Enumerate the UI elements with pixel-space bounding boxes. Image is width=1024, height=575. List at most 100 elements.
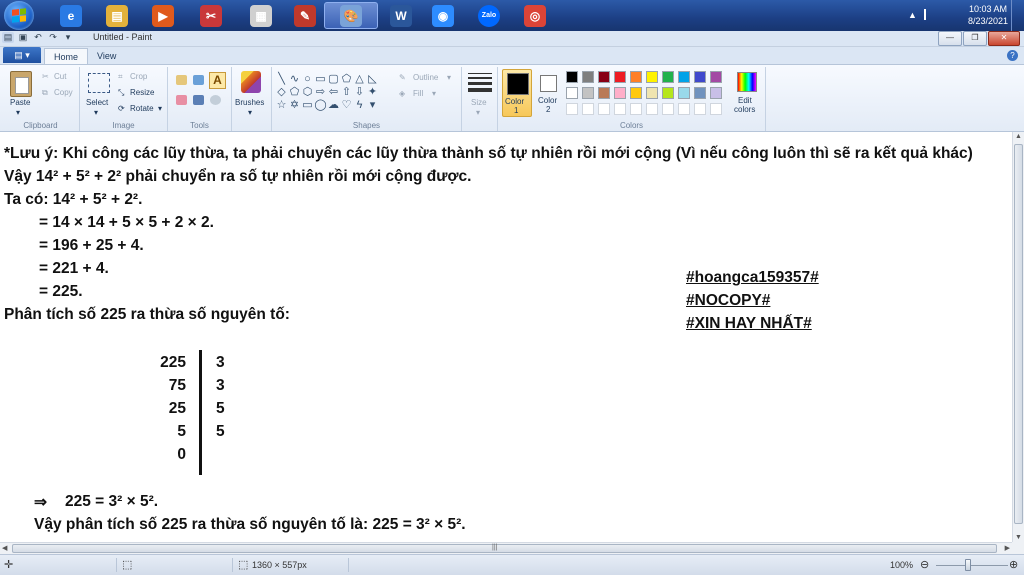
color-swatch[interactable]	[630, 87, 642, 99]
taskbar-app-paint[interactable]: 🎨	[324, 2, 378, 29]
polygon-shape-icon[interactable]: ⬠	[340, 73, 353, 86]
color2-button[interactable]: Color 2	[535, 69, 563, 117]
redo-icon[interactable]: ↷	[47, 32, 59, 43]
curve-shape-icon[interactable]: ∿	[288, 73, 301, 86]
taskbar-app-media-player[interactable]: ▶	[136, 2, 190, 29]
crop-button[interactable]: Crop	[130, 72, 147, 81]
color-swatch[interactable]	[646, 87, 658, 99]
color-swatch[interactable]	[710, 103, 722, 115]
hexagon-shape-icon[interactable]: ⬡	[301, 86, 314, 99]
color-swatch[interactable]	[710, 71, 722, 83]
color-swatch[interactable]	[582, 87, 594, 99]
zoom-in-icon[interactable]: ⊕	[1009, 558, 1018, 571]
color-swatch[interactable]	[646, 71, 658, 83]
color-swatch[interactable]	[630, 71, 642, 83]
color-swatch[interactable]	[630, 103, 642, 115]
eraser-icon[interactable]	[176, 95, 187, 105]
scroll-down-icon[interactable]: ▼	[1015, 534, 1022, 541]
maximize-button[interactable]: ❐	[963, 31, 987, 46]
color-swatch[interactable]	[694, 71, 706, 83]
vertical-scroll-thumb[interactable]	[1014, 144, 1023, 524]
lightning-shape-icon[interactable]: ϟ	[353, 99, 366, 112]
horizontal-scroll-thumb[interactable]	[12, 544, 997, 553]
star6-shape-icon[interactable]: ✡	[288, 99, 301, 112]
pentagon-shape-icon[interactable]: ⬠	[288, 86, 301, 99]
paste-dropdown-icon[interactable]: ▾	[16, 108, 20, 117]
zoom-slider-track[interactable]	[936, 565, 1008, 566]
save-icon[interactable]: ▣	[17, 32, 29, 43]
fill-dropdown-icon[interactable]: ▾	[432, 89, 436, 98]
tab-view[interactable]: View	[88, 48, 125, 64]
color-swatch[interactable]	[598, 103, 610, 115]
minimize-button[interactable]: —	[938, 31, 962, 46]
start-button[interactable]	[4, 1, 34, 30]
text-tool-icon[interactable]: A	[209, 72, 226, 89]
color1-button[interactable]: Color 1	[502, 69, 532, 117]
shape-gallery[interactable]: ╲ ∿ ○ ▭ ▢ ⬠ △ ◺ ◇ ⬠ ⬡ ⇨ ⇦ ⇧ ⇩ ✦ ☆ ✡ ▭ ◯ ☁ ♡ ϟ ▾	[275, 73, 381, 112]
color-swatch[interactable]	[566, 103, 578, 115]
help-icon[interactable]: ?	[1007, 50, 1018, 61]
color-swatch[interactable]	[678, 71, 690, 83]
line-shape-icon[interactable]: ╲	[275, 73, 288, 86]
heart-shape-icon[interactable]: ♡	[340, 99, 353, 112]
color-swatch[interactable]	[598, 71, 610, 83]
fill-button[interactable]: Fill	[413, 89, 423, 98]
scroll-left-icon[interactable]: ◀	[2, 544, 7, 552]
zoom-slider-thumb[interactable]	[965, 559, 971, 571]
rectangle-shape-icon[interactable]: ▭	[314, 73, 327, 86]
close-button[interactable]: ✕	[988, 31, 1020, 46]
color-picker-icon[interactable]	[193, 95, 204, 105]
size-dropdown-icon[interactable]: ▾	[476, 108, 480, 117]
magnifier-icon[interactable]	[210, 95, 221, 105]
rotate-dropdown-icon[interactable]: ▾	[158, 104, 162, 113]
color-swatch[interactable]	[566, 87, 578, 99]
vertical-scrollbar[interactable]: ▲ ▼	[1012, 132, 1024, 542]
taskbar-app-snipping-tool[interactable]: ✂	[184, 2, 238, 29]
right-triangle-shape-icon[interactable]: ◺	[366, 73, 379, 86]
brushes-button[interactable]: Brushes	[235, 98, 264, 107]
color-swatch[interactable]	[614, 71, 626, 83]
up-arrow-shape-icon[interactable]: ⇧	[340, 86, 353, 99]
resize-button[interactable]: Resize	[130, 88, 154, 97]
left-arrow-shape-icon[interactable]: ⇦	[327, 86, 340, 99]
color-swatch[interactable]	[566, 71, 578, 83]
brushes-dropdown-icon[interactable]: ▾	[248, 108, 252, 117]
pencil-icon[interactable]	[176, 75, 187, 85]
taskbar-app-google-chrome[interactable]: ◎	[508, 2, 562, 29]
scroll-right-icon[interactable]: ▶	[1005, 544, 1010, 552]
paint-app-icon[interactable]: ▤	[2, 32, 14, 43]
color-swatch[interactable]	[710, 87, 722, 99]
outline-dropdown-icon[interactable]: ▾	[447, 73, 451, 82]
taskbar-clock[interactable]: 10:03 AM 8/23/2021	[968, 3, 1008, 27]
scroll-up-icon[interactable]: ▲	[1015, 133, 1022, 140]
color-swatch[interactable]	[694, 103, 706, 115]
rotate-button[interactable]: Rotate	[130, 104, 154, 113]
color-swatch[interactable]	[646, 103, 658, 115]
color-swatch[interactable]	[582, 71, 594, 83]
fill-bucket-icon[interactable]	[193, 75, 204, 85]
color-swatch[interactable]	[662, 103, 674, 115]
callout-rect-shape-icon[interactable]: ▭	[301, 99, 314, 112]
oval-shape-icon[interactable]: ○	[301, 73, 314, 86]
color-swatch[interactable]	[614, 87, 626, 99]
down-arrow-shape-icon[interactable]: ⇩	[353, 86, 366, 99]
drawing-canvas[interactable]: *Lưu ý: Khi công các lũy thừa, ta phải c…	[0, 132, 1012, 542]
color-swatch[interactable]	[662, 71, 674, 83]
zoom-out-icon[interactable]: ⊖	[920, 558, 929, 571]
copy-button[interactable]: Copy	[54, 88, 73, 97]
color-swatch[interactable]	[694, 87, 706, 99]
diamond-shape-icon[interactable]: ◇	[275, 86, 288, 99]
right-arrow-shape-icon[interactable]: ⇨	[314, 86, 327, 99]
star5-shape-icon[interactable]: ☆	[275, 99, 288, 112]
edit-colors-button[interactable]: Edit colors	[732, 69, 762, 117]
size-button[interactable]: Size	[471, 98, 487, 107]
outline-button[interactable]: Outline	[413, 73, 438, 82]
color-swatch[interactable]	[678, 87, 690, 99]
color-swatch[interactable]	[582, 103, 594, 115]
callout-oval-shape-icon[interactable]: ◯	[314, 99, 327, 112]
callout-cloud-shape-icon[interactable]: ☁	[327, 99, 340, 112]
color-swatch[interactable]	[662, 87, 674, 99]
rounded-rect-shape-icon[interactable]: ▢	[327, 73, 340, 86]
select-dropdown-icon[interactable]: ▾	[94, 108, 98, 117]
customize-toolbar-icon[interactable]: ▾	[62, 32, 74, 43]
